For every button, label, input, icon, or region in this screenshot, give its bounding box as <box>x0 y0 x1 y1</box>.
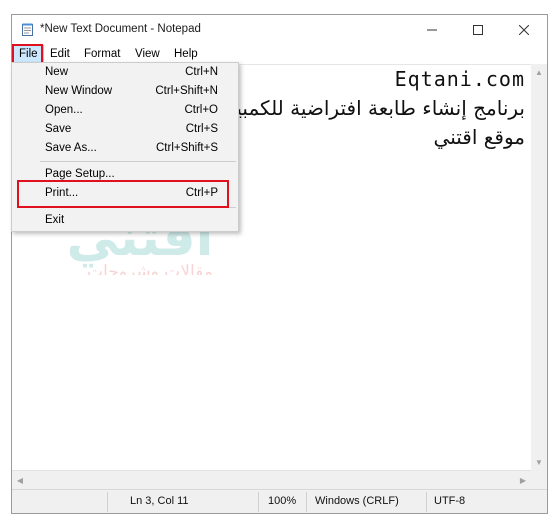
menu-separator <box>40 161 236 162</box>
title-bar[interactable]: *New Text Document - Notepad <box>12 15 547 45</box>
scroll-down-icon[interactable]: ▼ <box>531 454 547 470</box>
menu-item-shortcut: Ctrl+Shift+N <box>155 85 218 97</box>
file-menu-save-as[interactable]: Save As... Ctrl+Shift+S <box>12 139 238 158</box>
minimize-icon <box>427 29 437 31</box>
editor-line: برنامج إنشاء طابعة افتراضية للكمبيوتر <box>209 96 525 120</box>
file-menu-new-window[interactable]: New Window Ctrl+Shift+N <box>12 82 238 101</box>
minimize-button[interactable] <box>409 15 455 45</box>
menu-item-label: Open... <box>45 104 83 116</box>
menu-item-label: New Window <box>45 85 113 97</box>
menu-item-label: New <box>45 66 69 78</box>
status-line-ending: Windows (CRLF) <box>315 495 399 507</box>
status-cursor-position: Ln 3, Col 11 <box>130 495 189 507</box>
file-menu-exit[interactable]: Exit <box>12 211 238 230</box>
editor-line: موقع اقتني <box>433 125 525 149</box>
menu-item-label: Save <box>45 123 72 135</box>
editor-line: Eqtani.com <box>394 67 525 91</box>
status-separator <box>306 492 307 512</box>
window-title: *New Text Document - Notepad <box>40 23 201 35</box>
menu-item-shortcut: Ctrl+S <box>185 123 218 135</box>
menu-item-shortcut: Ctrl+N <box>185 66 218 78</box>
status-zoom: 100% <box>268 495 297 507</box>
scroll-up-icon[interactable]: ▲ <box>531 64 547 80</box>
horizontal-scrollbar[interactable]: ◀ ▶ <box>12 470 531 489</box>
close-button[interactable] <box>501 15 547 45</box>
file-menu-save[interactable]: Save Ctrl+S <box>12 120 238 139</box>
status-bar: Ln 3, Col 11 100% Windows (CRLF) UTF-8 <box>12 489 547 513</box>
menu-item-label: Exit <box>45 214 65 226</box>
maximize-button[interactable] <box>455 15 501 45</box>
vertical-scrollbar[interactable]: ▲ ▼ <box>531 64 547 470</box>
maximize-icon <box>473 25 483 35</box>
file-menu-highlight-box <box>12 44 43 64</box>
notepad-icon <box>22 23 33 36</box>
print-highlight-box <box>17 180 229 208</box>
status-encoding: UTF-8 <box>434 495 466 507</box>
menu-item-shortcut: Ctrl+Shift+S <box>156 142 218 154</box>
menu-item-shortcut: Ctrl+O <box>184 104 218 116</box>
scroll-right-icon[interactable]: ▶ <box>515 472 531 488</box>
close-icon <box>519 25 529 35</box>
editor-text: Eqtani.com برنامج إنشاء طابعة افتراضية ل… <box>209 65 525 152</box>
file-menu-open[interactable]: Open... Ctrl+O <box>12 101 238 120</box>
status-separator <box>426 492 427 512</box>
file-menu-new[interactable]: New Ctrl+N <box>12 63 238 82</box>
status-separator <box>258 492 259 512</box>
scroll-left-icon[interactable]: ◀ <box>12 472 28 488</box>
status-separator <box>107 492 108 512</box>
scrollbar-corner <box>531 470 547 489</box>
menu-item-label: Save As... <box>45 142 97 154</box>
